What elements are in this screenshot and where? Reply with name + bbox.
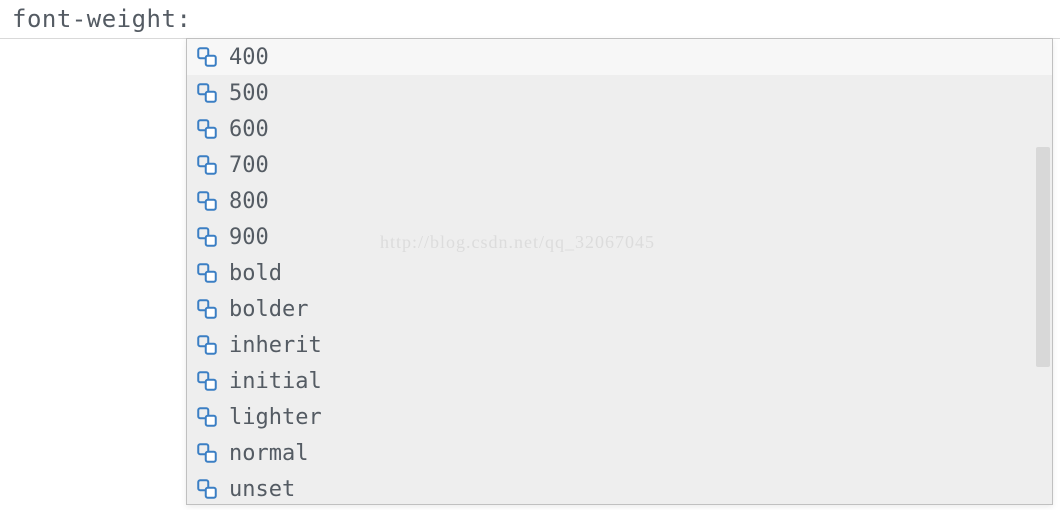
- autocomplete-item-label: 500: [229, 81, 269, 106]
- css-value-icon: [197, 83, 217, 103]
- autocomplete-item-label: bold: [229, 261, 282, 286]
- autocomplete-item-label: lighter: [229, 405, 322, 430]
- css-value-icon: [197, 479, 217, 499]
- css-value-icon: [197, 191, 217, 211]
- autocomplete-item-label: 900: [229, 225, 269, 250]
- scrollbar-thumb[interactable]: [1036, 147, 1050, 367]
- autocomplete-list: 400 500 600: [187, 39, 1052, 504]
- autocomplete-item-label: unset: [229, 477, 295, 502]
- autocomplete-item[interactable]: normal: [187, 435, 1052, 471]
- autocomplete-item[interactable]: 400: [187, 39, 1052, 75]
- autocomplete-item[interactable]: bold: [187, 255, 1052, 291]
- autocomplete-item[interactable]: initial: [187, 363, 1052, 399]
- autocomplete-item-label: bolder: [229, 297, 308, 322]
- css-value-icon: [197, 443, 217, 463]
- autocomplete-item-label: 600: [229, 117, 269, 142]
- autocomplete-item[interactable]: 700: [187, 147, 1052, 183]
- autocomplete-item-label: inherit: [229, 333, 322, 358]
- autocomplete-item[interactable]: 500: [187, 75, 1052, 111]
- autocomplete-item-label: 400: [229, 45, 269, 70]
- autocomplete-item[interactable]: bolder: [187, 291, 1052, 327]
- autocomplete-item[interactable]: inherit: [187, 327, 1052, 363]
- css-value-icon: [197, 263, 217, 283]
- css-value-icon: [197, 227, 217, 247]
- autocomplete-item[interactable]: 600: [187, 111, 1052, 147]
- autocomplete-dropdown: 400 500 600: [186, 38, 1053, 505]
- css-value-icon: [197, 407, 217, 427]
- autocomplete-item-label: normal: [229, 441, 308, 466]
- editor-line[interactable]: font-weight:: [0, 0, 1060, 39]
- css-value-icon: [197, 119, 217, 139]
- css-value-icon: [197, 299, 217, 319]
- css-value-icon: [197, 155, 217, 175]
- css-value-icon: [197, 371, 217, 391]
- autocomplete-item[interactable]: 900: [187, 219, 1052, 255]
- autocomplete-item[interactable]: 800: [187, 183, 1052, 219]
- autocomplete-item-label: initial: [229, 369, 322, 394]
- css-value-icon: [197, 47, 217, 67]
- autocomplete-item-label: 800: [229, 189, 269, 214]
- autocomplete-item[interactable]: lighter: [187, 399, 1052, 435]
- css-value-icon: [197, 335, 217, 355]
- autocomplete-item[interactable]: unset: [187, 471, 1052, 504]
- autocomplete-item-label: 700: [229, 153, 269, 178]
